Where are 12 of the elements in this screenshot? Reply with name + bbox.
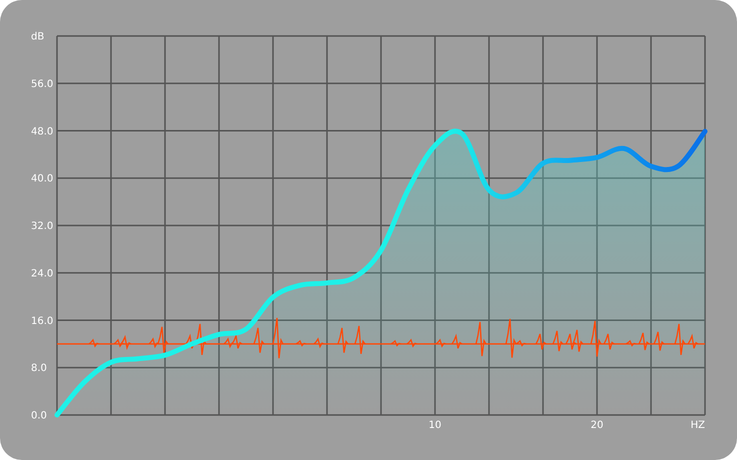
x-axis-title: HZ xyxy=(690,420,705,431)
x-tick-label: 20 xyxy=(590,420,604,431)
y-axis-title: dB xyxy=(31,32,44,42)
y-tick-label: 16.0 xyxy=(31,316,54,327)
y-tick-label: 8.0 xyxy=(31,363,47,374)
y-tick-label: 32.0 xyxy=(31,221,54,232)
y-tick-label: 24.0 xyxy=(31,268,54,280)
y-tick-label: 48.0 xyxy=(31,126,54,138)
x-tick-label: 10 xyxy=(428,420,442,431)
y-tick-label: 0.0 xyxy=(31,410,47,422)
y-tick-label: 56.0 xyxy=(31,78,54,90)
y-tick-label: 40.0 xyxy=(31,174,54,185)
